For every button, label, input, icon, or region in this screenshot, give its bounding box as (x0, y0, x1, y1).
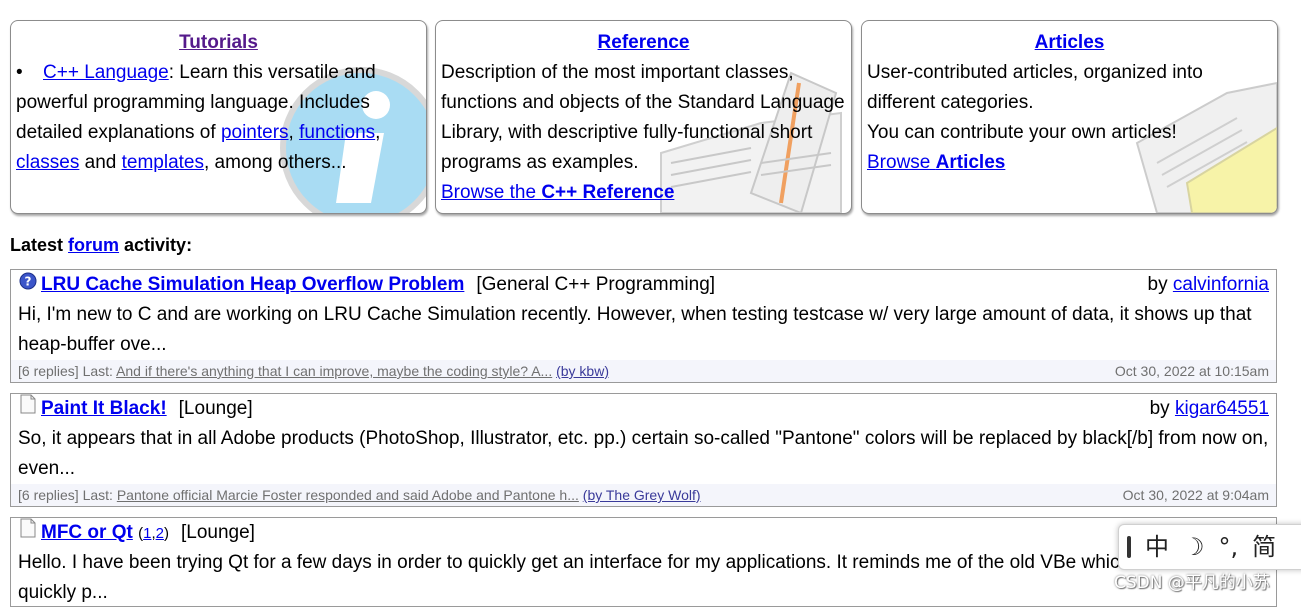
topic-timestamp: Oct 30, 2022 at 9:04am (1122, 487, 1269, 503)
articles-link[interactable]: Articles (1035, 32, 1105, 53)
topic-title-link[interactable]: LRU Cache Simulation Heap Overflow Probl… (41, 274, 464, 295)
forum-topic: ? LRU Cache Simulation Heap Overflow Pro… (10, 269, 1277, 383)
forum-topic: MFC or Qt (1,2) [Lounge] Hello. I have be… (10, 517, 1277, 607)
moon-icon[interactable]: ☽ (1183, 532, 1205, 562)
forum-link[interactable]: forum (68, 235, 119, 255)
bullet: • (16, 62, 23, 83)
functions-link[interactable]: functions (299, 122, 375, 143)
ime-chinese-mode-button[interactable]: 中 (1145, 532, 1169, 562)
topic-meta: [6 replies] Last: And if there's anythin… (11, 360, 1276, 382)
last-reply-author-link[interactable]: (by The Grey Wolf) (583, 487, 701, 503)
tutorials-link[interactable]: Tutorials (179, 32, 258, 53)
cpp-language-link[interactable]: C++ Language (43, 62, 169, 83)
topic-pages: (1,2) (138, 525, 169, 543)
document-icon (19, 394, 41, 424)
topic-title-link[interactable]: MFC or Qt (41, 522, 133, 543)
articles-box: Articles User-contributed articles, orga… (861, 20, 1278, 214)
reference-box: Reference Description of the most import… (435, 20, 852, 214)
ime-grip-handle[interactable] (1127, 536, 1131, 558)
topic-excerpt: Hi, I'm new to C and are working on LRU … (18, 304, 1252, 355)
ime-simplified-button[interactable]: 简 (1252, 532, 1276, 562)
topic-forum: [General C++ Programming] (476, 274, 716, 296)
articles-description: User-contributed articles, organized int… (867, 62, 1203, 113)
pointers-link[interactable]: pointers (221, 122, 289, 143)
topic-excerpt: So, it appears that in all Adobe product… (18, 428, 1269, 479)
tutorials-box: Tutorials • C++ Language: Learn this vers… (10, 20, 427, 214)
topic-author: by kigar64551 (1149, 398, 1269, 419)
templates-link[interactable]: templates (122, 152, 204, 173)
topic-meta: [6 replies] Last: Pantone official Marci… (11, 484, 1276, 506)
topic-timestamp: Oct 30, 2022 at 10:15am (1114, 363, 1269, 379)
document-icon (19, 518, 41, 548)
reference-link[interactable]: Reference (598, 32, 690, 53)
topic-author: by calvinfornia (1147, 274, 1269, 295)
svg-text:?: ? (25, 275, 32, 289)
forum-topic: Paint It Black! [Lounge] by kigar64551 So… (10, 393, 1277, 507)
articles-contribute: You can contribute your own articles! (867, 122, 1177, 143)
topic-title-link[interactable]: Paint It Black! (41, 398, 167, 419)
reference-description: Description of the most important classe… (441, 62, 845, 173)
classes-link[interactable]: classes (16, 152, 79, 173)
browse-articles-link[interactable]: Browse Articles (867, 152, 1005, 173)
ime-punctuation-button[interactable]: °, (1219, 532, 1239, 562)
watermark: CSDN @平凡的小苏 (1114, 573, 1270, 593)
tutorials-list: • C++ Language: Learn this versatile and … (16, 58, 421, 178)
ime-toolbar[interactable]: 中 ☽ °, 简 (1118, 524, 1301, 570)
topic-excerpt: Hello. I have been trying Qt for a few d… (18, 552, 1247, 603)
question-icon: ? (19, 270, 41, 300)
last-reply-author-link[interactable]: (by kbw) (556, 363, 609, 379)
author-link[interactable]: kigar64551 (1175, 398, 1269, 419)
last-reply-link[interactable]: And if there's anything that I can impro… (116, 363, 552, 379)
last-reply-link[interactable]: Pantone official Marcie Foster responded… (117, 487, 579, 503)
list-item: • C++ Language: Learn this versatile and … (16, 58, 421, 178)
topic-forum: [Lounge] (180, 522, 255, 544)
browse-reference-link[interactable]: Browse the C++ Reference (441, 182, 674, 203)
latest-activity-heading: Latest forum activity: (10, 235, 193, 255)
page-2-link[interactable]: 2 (156, 525, 164, 542)
author-link[interactable]: calvinfornia (1173, 274, 1269, 295)
topic-forum: [Lounge] (178, 398, 253, 420)
